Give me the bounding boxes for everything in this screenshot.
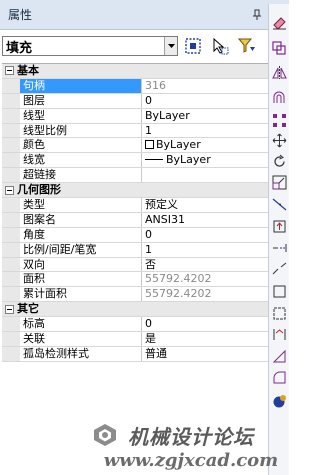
property-row-double[interactable]: 双向 否: [2, 257, 268, 273]
property-value[interactable]: 1: [142, 124, 268, 138]
property-value[interactable]: 0: [142, 317, 268, 331]
stretch-icon[interactable]: [271, 196, 288, 213]
property-value[interactable]: ANSI31: [142, 213, 268, 227]
collapse-icon[interactable]: [2, 183, 17, 197]
section-title: 其它: [17, 302, 39, 316]
mirror-icon[interactable]: [271, 64, 288, 81]
property-row-hyperlink[interactable]: 超链接: [2, 168, 268, 184]
offset-icon[interactable]: [271, 89, 288, 106]
property-value[interactable]: ByLayer: [142, 109, 268, 123]
property-value: 55792.4202: [145, 287, 212, 301]
break-icon[interactable]: [271, 261, 288, 278]
property-row-area[interactable]: 面积 55792.4202: [2, 272, 268, 288]
property-value: ByLayer: [166, 153, 211, 167]
blend-icon[interactable]: [271, 393, 288, 410]
property-value[interactable]: 是: [142, 332, 268, 346]
array-icon[interactable]: [271, 112, 288, 129]
property-name: 面积: [20, 272, 142, 287]
collapse-icon[interactable]: [2, 302, 17, 316]
property-value: 55792.4202: [145, 272, 212, 286]
property-value[interactable]: 预定义: [142, 198, 268, 212]
eraser-icon[interactable]: [271, 14, 288, 31]
property-name: 累计面积: [20, 287, 142, 302]
property-row-associative[interactable]: 关联 是: [2, 332, 268, 347]
property-value[interactable]: [142, 168, 268, 182]
join-icon[interactable]: [271, 283, 288, 300]
property-row-island-style[interactable]: 孤岛检测样式 普通: [2, 346, 268, 362]
fillet-icon[interactable]: [271, 348, 288, 365]
scale-icon[interactable]: [271, 174, 288, 191]
property-name: 线宽: [20, 153, 142, 168]
logo-icon: [92, 422, 118, 451]
extend-icon[interactable]: [271, 239, 288, 256]
property-row-lineweight[interactable]: 线宽 ByLayer: [2, 153, 268, 169]
round-corner-icon[interactable]: [271, 369, 288, 386]
section-title: 几何图形: [17, 183, 61, 197]
property-row-angle[interactable]: 角度 0: [2, 227, 268, 243]
property-name: 类型: [20, 198, 142, 212]
property-name: 超链接: [20, 168, 142, 183]
property-value[interactable]: 1: [142, 243, 268, 257]
property-name: 线型比例: [20, 123, 142, 138]
chevron-down-icon[interactable]: [164, 37, 177, 55]
section-title: 基本: [17, 64, 39, 77]
property-value[interactable]: 0: [142, 94, 268, 108]
pin-icon[interactable]: [249, 7, 265, 23]
property-grid: 基本 句柄 316 图层 0 线型 ByLayer 线型比例 1 颜色 ByLa…: [2, 63, 268, 362]
toggle-pickadd-icon[interactable]: [181, 35, 205, 57]
section-header-geometry[interactable]: 几何图形: [2, 183, 268, 199]
property-row-type[interactable]: 类型 预定义: [2, 198, 268, 213]
property-name: 图案名: [20, 212, 142, 227]
property-name: 角度: [20, 227, 142, 242]
modify-toolbar: [268, 4, 289, 475]
quick-select-icon[interactable]: [235, 35, 259, 57]
watermark: 机械设计论坛 www.zgjxcad.com: [94, 420, 288, 472]
section-header-misc[interactable]: 其它: [2, 302, 268, 318]
rotate-icon[interactable]: [271, 153, 288, 170]
property-value[interactable]: 否: [142, 258, 268, 272]
watermark-title: 机械设计论坛: [128, 425, 254, 449]
property-row-pattern-name[interactable]: 图案名 ANSI31: [2, 212, 268, 228]
lineweight-sample-icon: [145, 159, 163, 161]
object-type-select[interactable]: 填充: [2, 36, 178, 56]
property-value: ByLayer: [156, 138, 201, 152]
copy-icon[interactable]: [271, 40, 288, 57]
property-value: 316: [145, 78, 166, 92]
property-name: 句柄: [20, 78, 142, 93]
move-icon[interactable]: [271, 132, 288, 149]
property-row-layer[interactable]: 图层 0: [2, 93, 268, 109]
palette-titlebar: 属性: [0, 0, 289, 30]
property-name: 线型: [20, 108, 142, 123]
property-name: 颜色: [20, 138, 142, 153]
property-row-handle[interactable]: 句柄 316: [2, 78, 268, 94]
trim-icon[interactable]: [271, 218, 288, 235]
property-row-color[interactable]: 颜色 ByLayer: [2, 138, 268, 154]
palette-title: 属性: [8, 8, 33, 22]
property-name: 标高: [20, 317, 142, 332]
property-name: 图层: [20, 93, 142, 108]
property-value[interactable]: 0: [142, 228, 268, 242]
property-row-linetype[interactable]: 线型 ByLayer: [2, 108, 268, 124]
property-value-lineweight[interactable]: ByLayer: [142, 153, 268, 167]
property-value-color[interactable]: ByLayer: [142, 138, 268, 152]
select-objects-icon[interactable]: [208, 35, 232, 57]
color-swatch-icon: [145, 140, 154, 150]
collapse-icon[interactable]: [2, 64, 17, 78]
property-row-linetype-scale[interactable]: 线型比例 1: [2, 123, 268, 139]
property-value[interactable]: 普通: [142, 347, 268, 361]
section-header-basic[interactable]: 基本: [2, 64, 268, 79]
property-row-scale[interactable]: 比例/间距/笔宽 1: [2, 242, 268, 258]
property-name: 关联: [20, 332, 142, 346]
chamfer-icon[interactable]: [271, 326, 288, 343]
property-name: 比例/间距/笔宽: [20, 242, 142, 257]
watermark-url: www.zgjxcad.com: [103, 450, 279, 471]
property-row-cumulative-area[interactable]: 累计面积 55792.4202: [2, 287, 268, 303]
property-row-elevation[interactable]: 标高 0: [2, 317, 268, 333]
selection-bar: 填充: [0, 32, 268, 60]
property-name: 双向: [20, 257, 142, 272]
object-type-value: 填充: [6, 40, 33, 56]
explode-icon[interactable]: [271, 305, 288, 322]
property-name: 孤岛检测样式: [20, 346, 142, 361]
